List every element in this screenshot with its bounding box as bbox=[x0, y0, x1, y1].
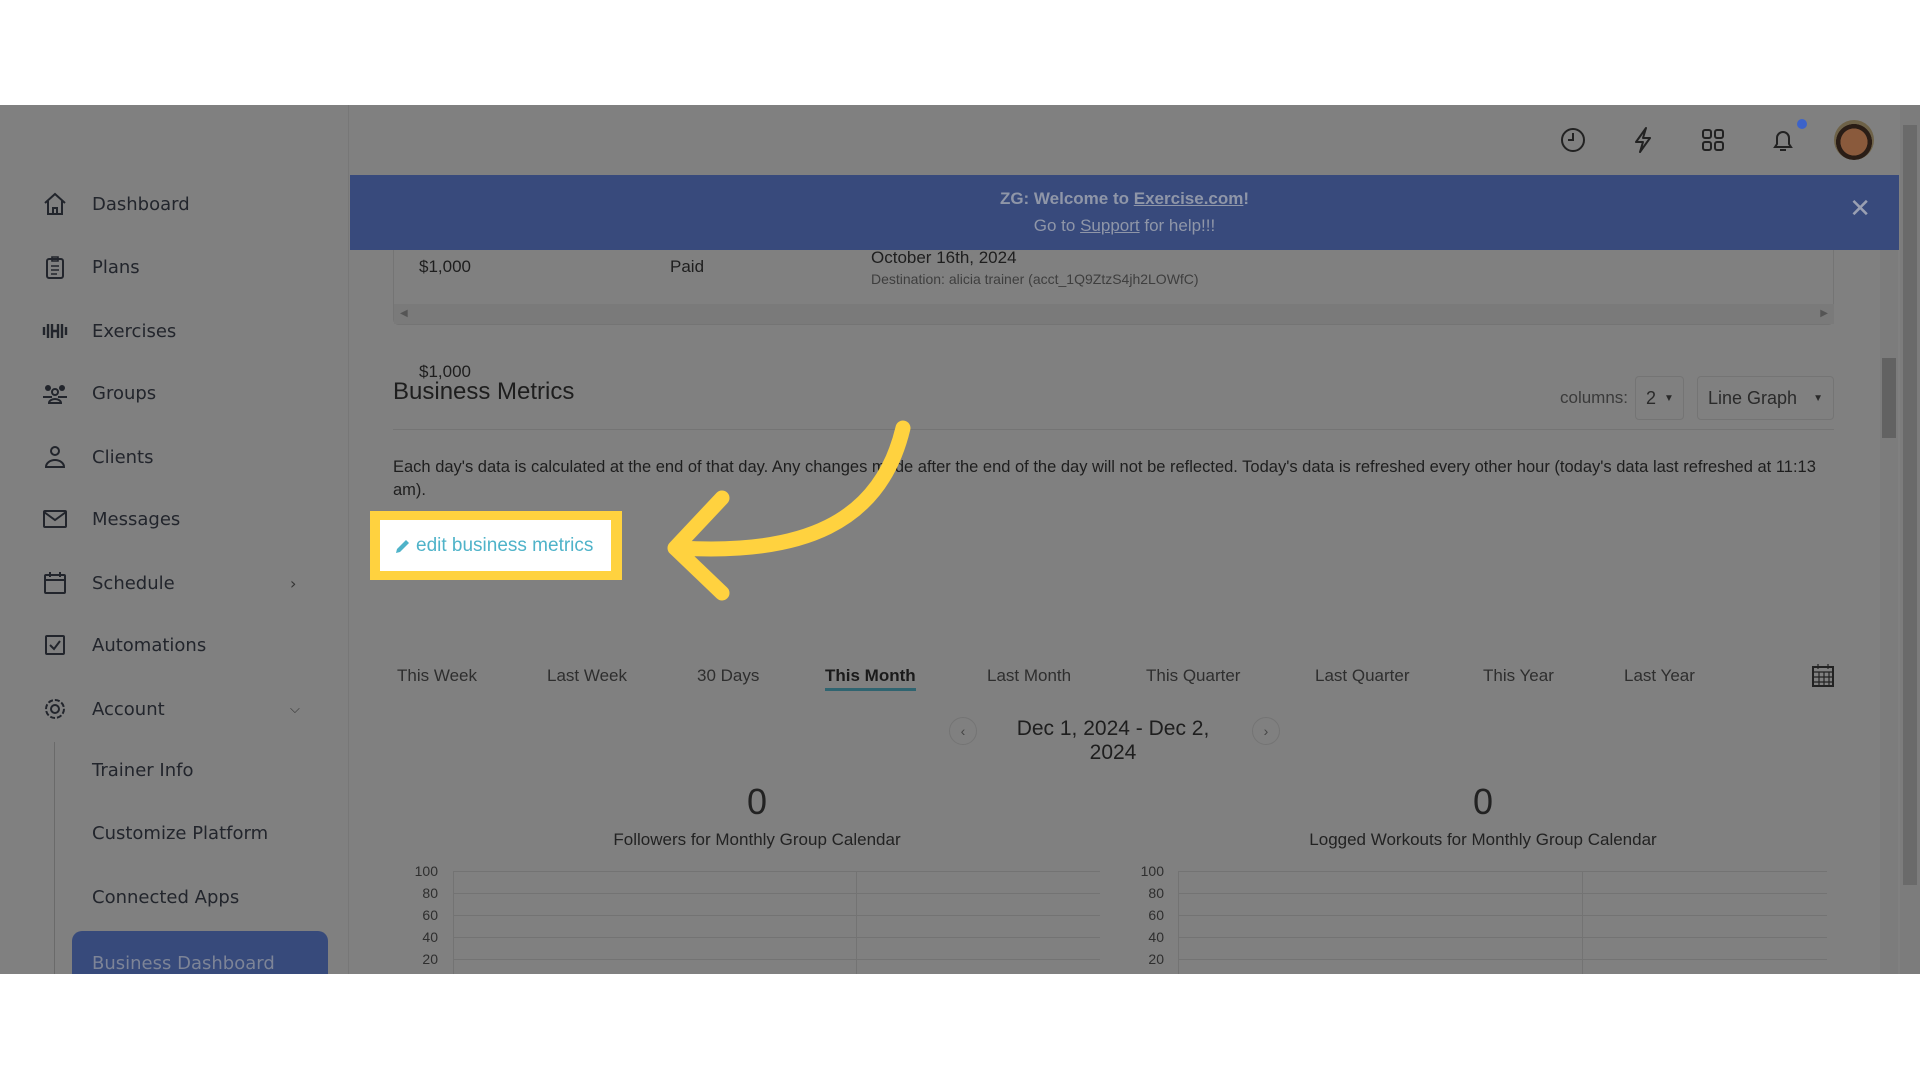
tab-last-quarter[interactable]: Last Quarter bbox=[1315, 666, 1410, 686]
y-tick-label: 20 bbox=[422, 951, 438, 967]
tab-this-year[interactable]: This Year bbox=[1483, 666, 1554, 686]
gridline bbox=[1178, 871, 1827, 872]
app-window: Dashboard Plans Exercises Groups Clients Mess… bbox=[0, 105, 1920, 974]
chart-title: Followers for Monthly Group Calendar bbox=[613, 830, 901, 849]
gridline bbox=[1178, 959, 1827, 960]
y-tick-label: 100 bbox=[1140, 863, 1164, 879]
y-tick-label: 80 bbox=[1148, 885, 1164, 901]
y-tick-label: 60 bbox=[1148, 907, 1164, 923]
gridline bbox=[453, 937, 1100, 938]
gridline bbox=[453, 893, 1100, 894]
date-range: Dec 1, 2024 - Dec 2, 2024 bbox=[1016, 717, 1210, 764]
tab-this-quarter[interactable]: This Quarter bbox=[1146, 666, 1240, 686]
metric-value: 0 bbox=[746, 781, 768, 822]
gridline bbox=[453, 871, 1100, 872]
tab-30-days[interactable]: 30 Days bbox=[697, 666, 759, 686]
metric-value: 0 bbox=[1472, 781, 1494, 822]
gridline bbox=[1178, 937, 1827, 938]
y-axis bbox=[453, 871, 454, 974]
next-range-button[interactable]: › bbox=[1252, 717, 1280, 745]
y-tick-label: 40 bbox=[1148, 929, 1164, 945]
tab-last-month[interactable]: Last Month bbox=[987, 666, 1071, 686]
y-tick-label: 40 bbox=[422, 929, 438, 945]
gridline bbox=[1582, 871, 1583, 974]
tab-this-week[interactable]: This Week bbox=[397, 666, 477, 686]
gridline bbox=[453, 959, 1100, 960]
gridline bbox=[453, 915, 1100, 916]
y-tick-label: 60 bbox=[422, 907, 438, 923]
y-axis bbox=[1178, 871, 1179, 974]
y-tick-label: 100 bbox=[414, 863, 438, 879]
tab-last-week[interactable]: Last Week bbox=[547, 666, 627, 686]
chart-title: Logged Workouts for Monthly Group Calend… bbox=[1309, 830, 1657, 849]
tab-this-month[interactable]: This Month bbox=[825, 666, 916, 691]
gridline bbox=[1178, 893, 1827, 894]
tab-last-year[interactable]: Last Year bbox=[1624, 666, 1695, 686]
y-tick-label: 80 bbox=[422, 885, 438, 901]
gridline bbox=[1178, 915, 1827, 916]
y-tick-label: 20 bbox=[1148, 951, 1164, 967]
gridline bbox=[856, 871, 857, 974]
calendar-icon[interactable] bbox=[1812, 663, 1834, 687]
prev-range-button[interactable]: ‹ bbox=[949, 717, 977, 745]
